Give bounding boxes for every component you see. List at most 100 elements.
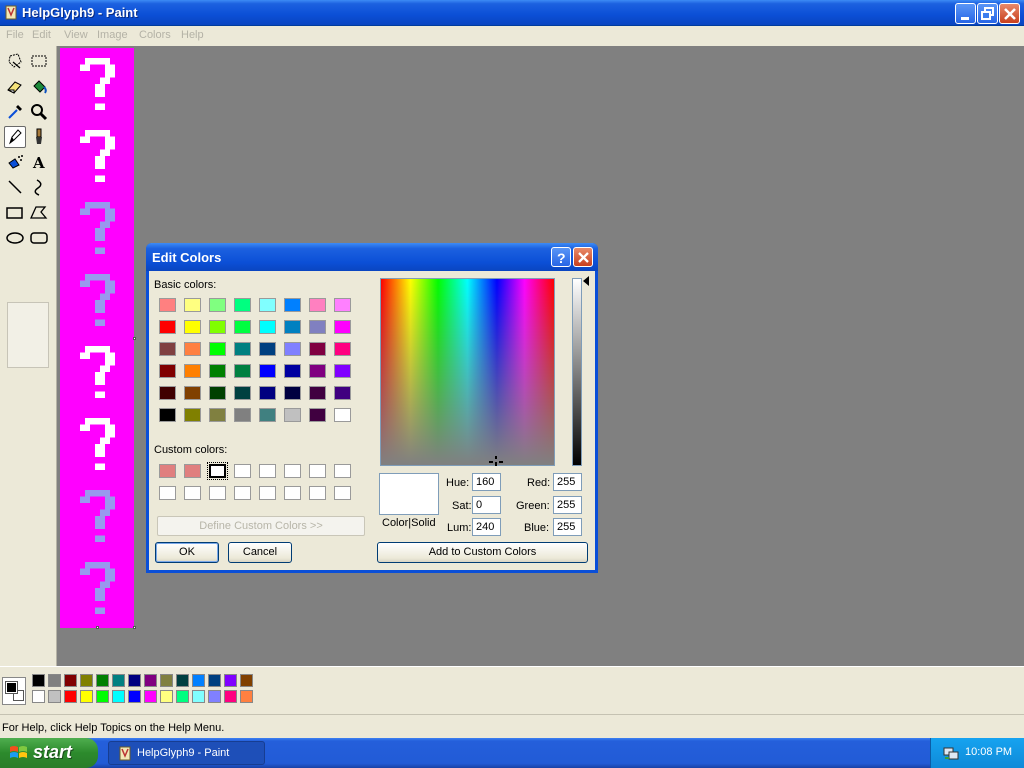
basic-color-swatch[interactable] — [234, 408, 251, 422]
palette-color-swatch[interactable] — [128, 690, 141, 703]
free-form-select-tool[interactable] — [4, 50, 26, 72]
eraser-tool[interactable] — [4, 76, 26, 98]
basic-color-swatch[interactable] — [259, 342, 276, 356]
palette-color-swatch[interactable] — [64, 690, 77, 703]
basic-color-swatch[interactable] — [159, 364, 176, 378]
green-field[interactable]: 255 — [553, 496, 582, 514]
basic-color-swatch[interactable] — [234, 320, 251, 334]
basic-color-swatch[interactable] — [309, 342, 326, 356]
pick-color-tool[interactable] — [4, 101, 26, 123]
palette-color-swatch[interactable] — [96, 674, 109, 687]
basic-color-swatch[interactable] — [334, 364, 351, 378]
basic-color-swatch[interactable] — [159, 408, 176, 422]
tool-options-box[interactable] — [7, 302, 49, 368]
ok-button[interactable]: OK — [155, 542, 219, 563]
rectangle-tool[interactable] — [4, 202, 26, 224]
sat-field[interactable]: 0 — [472, 496, 501, 514]
menu-view[interactable]: View — [64, 29, 88, 41]
luminosity-slider[interactable] — [572, 278, 582, 466]
resize-handle-corner[interactable] — [133, 626, 136, 629]
basic-color-swatch[interactable] — [259, 320, 276, 334]
basic-color-swatch[interactable] — [209, 408, 226, 422]
basic-color-swatch[interactable] — [334, 320, 351, 334]
palette-color-swatch[interactable] — [64, 674, 77, 687]
line-tool[interactable] — [4, 176, 26, 198]
palette-color-swatch[interactable] — [48, 674, 61, 687]
custom-color-swatch[interactable] — [207, 462, 228, 480]
basic-color-swatch[interactable] — [209, 298, 226, 312]
basic-color-swatch[interactable] — [234, 364, 251, 378]
basic-color-swatch[interactable] — [184, 342, 201, 356]
basic-color-swatch[interactable] — [284, 386, 301, 400]
palette-color-swatch[interactable] — [224, 690, 237, 703]
menu-edit[interactable]: Edit — [32, 29, 51, 41]
basic-color-swatch[interactable] — [309, 408, 326, 422]
basic-color-swatch[interactable] — [259, 298, 276, 312]
menu-file[interactable]: File — [6, 29, 24, 41]
basic-color-swatch[interactable] — [309, 320, 326, 334]
palette-color-swatch[interactable] — [176, 674, 189, 687]
text-tool[interactable]: A — [28, 151, 50, 173]
menu-image[interactable]: Image — [97, 29, 128, 41]
basic-color-swatch[interactable] — [334, 342, 351, 356]
custom-color-swatch[interactable] — [334, 464, 351, 478]
basic-color-swatch[interactable] — [334, 298, 351, 312]
select-tool[interactable] — [28, 50, 50, 72]
start-button[interactable]: start — [0, 738, 98, 768]
palette-color-swatch[interactable] — [192, 690, 205, 703]
lum-field[interactable]: 240 — [472, 518, 501, 536]
dialog-help-button[interactable]: ? — [551, 247, 571, 267]
taskbar-item-paint[interactable]: HelpGlyph9 - Paint — [108, 741, 265, 765]
rounded-rectangle-tool[interactable] — [28, 227, 50, 249]
ellipse-tool[interactable] — [4, 227, 26, 249]
palette-color-swatch[interactable] — [240, 674, 253, 687]
luminosity-arrow-icon[interactable] — [583, 276, 589, 286]
basic-color-swatch[interactable] — [159, 342, 176, 356]
custom-color-swatch[interactable] — [309, 486, 326, 500]
restore-button[interactable] — [977, 3, 998, 24]
pencil-tool[interactable] — [4, 126, 26, 148]
palette-color-swatch[interactable] — [112, 690, 125, 703]
palette-color-swatch[interactable] — [224, 674, 237, 687]
clock[interactable]: 10:08 PM — [965, 746, 1012, 758]
palette-color-swatch[interactable] — [32, 690, 45, 703]
basic-color-swatch[interactable] — [159, 386, 176, 400]
palette-color-swatch[interactable] — [160, 674, 173, 687]
basic-color-swatch[interactable] — [259, 408, 276, 422]
magnifier-tool[interactable] — [28, 101, 50, 123]
custom-color-swatch[interactable] — [159, 486, 176, 500]
basic-color-swatch[interactable] — [259, 386, 276, 400]
palette-color-swatch[interactable] — [208, 690, 221, 703]
palette-color-swatch[interactable] — [192, 674, 205, 687]
minimize-button[interactable] — [955, 3, 976, 24]
title-bar[interactable]: HelpGlyph9 - Paint — [0, 0, 1024, 26]
palette-color-swatch[interactable] — [208, 674, 221, 687]
palette-color-swatch[interactable] — [112, 674, 125, 687]
custom-color-swatch[interactable] — [234, 464, 251, 478]
blue-field[interactable]: 255 — [553, 518, 582, 536]
basic-color-swatch[interactable] — [184, 364, 201, 378]
current-colors-indicator[interactable] — [2, 677, 26, 705]
palette-color-swatch[interactable] — [176, 690, 189, 703]
brush-tool[interactable] — [28, 126, 50, 148]
palette-color-swatch[interactable] — [96, 690, 109, 703]
add-to-custom-colors-button[interactable]: Add to Custom Colors — [377, 542, 588, 563]
basic-color-swatch[interactable] — [284, 408, 301, 422]
basic-color-swatch[interactable] — [234, 386, 251, 400]
polygon-tool[interactable] — [28, 202, 50, 224]
custom-color-swatch[interactable] — [284, 464, 301, 478]
custom-color-swatch[interactable] — [159, 464, 176, 478]
palette-color-swatch[interactable] — [80, 674, 93, 687]
custom-color-swatch[interactable] — [209, 486, 226, 500]
dialog-close-button[interactable] — [573, 247, 593, 267]
basic-color-swatch[interactable] — [159, 320, 176, 334]
custom-color-swatch[interactable] — [334, 486, 351, 500]
menu-colors[interactable]: Colors — [139, 29, 171, 41]
palette-color-swatch[interactable] — [80, 690, 93, 703]
curve-tool[interactable] — [28, 176, 50, 198]
basic-color-swatch[interactable] — [209, 342, 226, 356]
palette-color-swatch[interactable] — [144, 690, 157, 703]
basic-color-swatch[interactable] — [159, 298, 176, 312]
menu-help[interactable]: Help — [181, 29, 204, 41]
basic-color-swatch[interactable] — [309, 298, 326, 312]
